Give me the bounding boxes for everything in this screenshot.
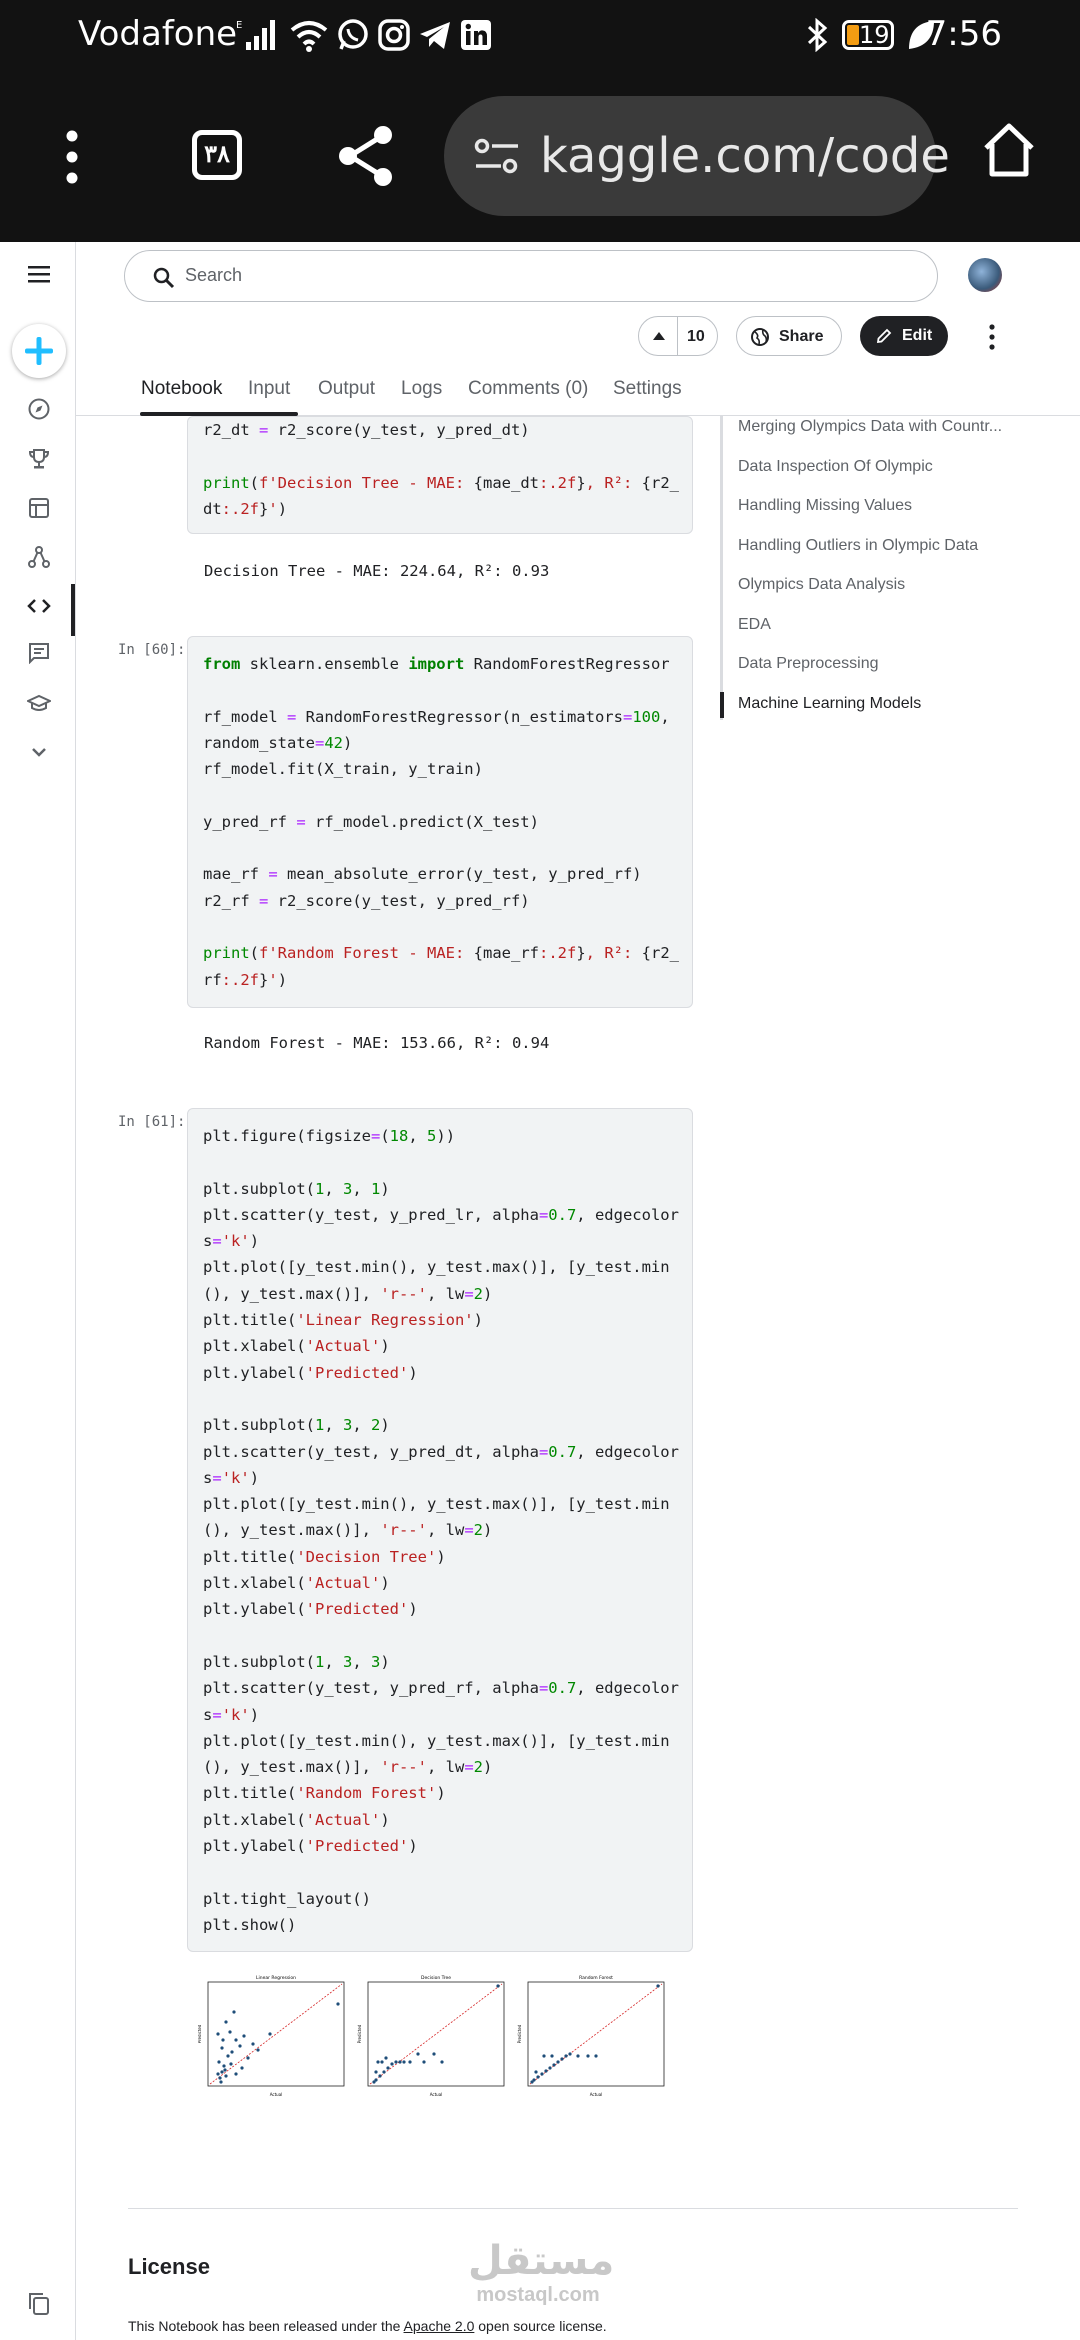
toc-track <box>720 416 723 720</box>
browser-menu-icon[interactable] <box>62 130 82 184</box>
cell-60-source: from sklearn.ensemble import RandomFores… <box>203 655 679 989</box>
status-bar: Vodafone E 19 7:56 <box>0 0 1080 72</box>
telegram-icon <box>420 22 450 49</box>
clock: 7:56 <box>925 14 1002 54</box>
cell-61-prompt: In [61]: <box>118 1114 186 1130</box>
license-text-post: open source license. <box>474 2318 607 2334</box>
whatsapp-icon <box>338 19 368 50</box>
svg-text:E: E <box>236 20 242 31</box>
discussion-icon[interactable] <box>28 642 50 664</box>
url-text[interactable]: kaggle.com/code <box>540 128 950 184</box>
bluetooth-icon <box>807 18 828 52</box>
home-icon[interactable] <box>982 122 1036 178</box>
chevron-down-icon[interactable] <box>31 746 47 758</box>
cell-59-source: r2_dt = r2_score(y_test, y_pred_dt) prin… <box>203 421 679 518</box>
table-icon[interactable] <box>29 498 49 518</box>
copy-icon[interactable] <box>28 2292 50 2316</box>
site-settings-icon[interactable] <box>474 134 522 178</box>
globe-icon <box>751 328 769 346</box>
carrier-name: Vodafone <box>78 14 238 54</box>
browser-toolbar: ٣٨ kaggle.com/code <box>0 72 1080 242</box>
pencil-icon <box>876 328 892 344</box>
tab-switcher-button[interactable]: ٣٨ <box>192 130 242 180</box>
subplot-xlabel: Actual <box>590 2092 603 2097</box>
license-text-pre: This Notebook has been released under th… <box>128 2318 404 2334</box>
plus-icon <box>25 337 53 365</box>
edit-label: Edit <box>902 327 933 344</box>
subplot-title: Random Forest <box>579 1975 613 1981</box>
subplot-ylabel: Predicted <box>198 2024 202 2043</box>
toc-item[interactable]: EDA <box>738 616 1028 634</box>
search-input[interactable]: Search <box>124 250 938 302</box>
watermark-arabic: مستقل <box>468 2238 615 2284</box>
subplot-decision-tree: Decision Tree Actual Predicted <box>357 1975 505 2097</box>
notebook-tabs: Notebook Input Output Logs Comments (0) … <box>76 370 1080 416</box>
tab-output[interactable]: Output <box>318 378 375 400</box>
subplot-title: Linear Regression <box>256 1975 296 1981</box>
learn-icon[interactable] <box>27 694 51 714</box>
subplot-xlabel: Actual <box>270 2092 283 2097</box>
toc-item-active[interactable]: Machine Learning Models <box>738 695 1028 713</box>
toc-item[interactable]: Handling Missing Values <box>738 497 1028 515</box>
subplot-ylabel: Predicted <box>517 2024 522 2043</box>
license-text: This Notebook has been released under th… <box>128 2318 607 2334</box>
active-nav-indicator <box>71 584 75 636</box>
models-icon[interactable] <box>28 546 50 568</box>
watermark-logo: مستقل mostaql.com <box>468 2238 615 2307</box>
cell-59-output: Decision Tree - MAE: 224.64, R²: 0.93 <box>204 562 550 580</box>
code-cell-60[interactable]: from sklearn.ensemble import RandomFores… <box>187 636 693 1008</box>
search-icon <box>153 267 175 289</box>
upvote-button[interactable]: 10 <box>638 316 718 356</box>
wifi-icon <box>290 21 328 52</box>
toc-item[interactable]: Data Preprocessing <box>738 655 1028 673</box>
toc-item[interactable]: Olympics Data Analysis <box>738 576 1028 594</box>
upvote-arrow-icon[interactable] <box>653 331 665 341</box>
hamburger-menu-icon[interactable] <box>28 264 50 284</box>
section-divider <box>128 2208 1018 2209</box>
vote-count: 10 <box>687 328 705 345</box>
signal-icon: E <box>236 20 275 50</box>
subplot-xlabel: Actual <box>430 2092 443 2097</box>
search-placeholder: Search <box>185 265 243 285</box>
subplot-title: Decision Tree <box>421 1975 451 1981</box>
trophy-icon[interactable] <box>28 448 50 470</box>
create-button[interactable] <box>12 324 66 378</box>
battery-icon: 19 <box>842 20 894 50</box>
cell-60-prompt: In [60]: <box>118 642 186 658</box>
watermark-latin: mostaql.com <box>476 2284 600 2306</box>
tab-logs[interactable]: Logs <box>401 378 442 400</box>
share-page-icon[interactable] <box>336 124 396 188</box>
license-heading: License <box>128 2254 210 2279</box>
license-link[interactable]: Apache 2.0 <box>404 2318 475 2334</box>
instagram-icon <box>378 19 410 51</box>
tab-notebook[interactable]: Notebook <box>141 378 222 400</box>
tab-settings[interactable]: Settings <box>613 378 682 400</box>
toc-item[interactable]: Handling Outliers in Olympic Data <box>738 537 1028 555</box>
more-options-icon[interactable] <box>984 322 1000 352</box>
toc-item[interactable]: Merging Olympics Data with Countr... <box>738 418 1028 436</box>
subplot-ylabel: Predicted <box>357 2024 362 2043</box>
cell-60-output: Random Forest - MAE: 153.66, R²: 0.94 <box>204 1034 550 1052</box>
edit-button[interactable]: Edit <box>860 316 948 356</box>
toc-item[interactable]: Data Inspection Of Olympic <box>738 458 1028 476</box>
compass-icon[interactable] <box>28 398 50 420</box>
share-button[interactable]: Share <box>736 316 842 356</box>
battery-level: 19 <box>859 21 890 49</box>
cell-61-plot-output: Linear Regression Actual Predicted Decis… <box>198 1975 665 2097</box>
avatar[interactable] <box>968 258 1002 292</box>
address-bar[interactable]: kaggle.com/code <box>444 96 950 216</box>
code-cell-59[interactable]: r2_dt = r2_score(y_test, y_pred_dt) prin… <box>187 416 693 534</box>
tab-comments[interactable]: Comments (0) <box>468 378 588 400</box>
share-label: Share <box>779 328 824 345</box>
left-nav-rail <box>0 242 76 2340</box>
subplot-linear-regression: Linear Regression Actual Predicted <box>198 1975 345 2097</box>
code-icon[interactable] <box>27 598 51 614</box>
linkedin-icon <box>461 20 491 50</box>
cell-61-source: plt.figure(figsize=(18, 5)) plt.subplot(… <box>203 1127 679 1934</box>
subplot-random-forest: Random Forest Actual Predicted <box>517 1975 665 2097</box>
tab-input[interactable]: Input <box>248 378 290 400</box>
code-cell-61[interactable]: plt.figure(figsize=(18, 5)) plt.subplot(… <box>187 1108 693 1952</box>
toc-active-indicator <box>720 692 724 718</box>
